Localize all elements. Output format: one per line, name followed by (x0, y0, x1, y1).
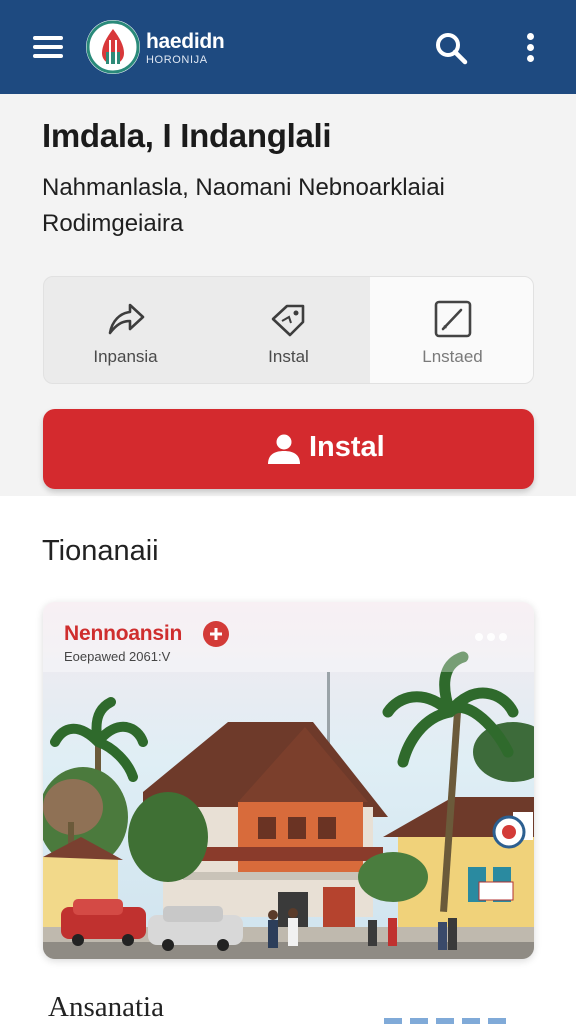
hamburger-menu-icon[interactable] (30, 31, 68, 63)
next-section-title: Ansanatia (48, 991, 164, 1023)
card-subtitle: Eoepawed 2061:V (64, 649, 171, 664)
featured-card[interactable]: Nennoansin Eoepawed 2061:V (43, 602, 534, 959)
brand-subtitle: HORONIJA (146, 54, 208, 66)
app-bar: haedidn HORONIJA (0, 0, 576, 94)
edit-box-icon (434, 300, 471, 338)
tab-label: Instal (268, 347, 309, 366)
card-title: Nennoansin (64, 622, 183, 645)
user-icon (268, 434, 300, 464)
page-subtitle: Nahmanlasla, Naomani Nebnoarklaiai Rodim… (42, 174, 445, 237)
app-logo[interactable] (86, 20, 140, 74)
more-horizontal-icon[interactable] (473, 630, 509, 644)
tab-label: Lnstaed (422, 347, 483, 366)
more-vertical-icon[interactable] (516, 27, 546, 67)
tag-icon (271, 304, 304, 337)
page-title: Imdala, I Indanglali (42, 117, 332, 154)
tab-label: Inpansia (93, 347, 158, 366)
share-arrow-icon (108, 303, 144, 335)
next-section-peek (384, 1018, 514, 1024)
plus-badge-icon (203, 621, 229, 647)
action-tabs: Inpansia Instal Lnstaed (43, 276, 534, 384)
install-button-label: Instal (309, 431, 385, 463)
section-title: Tionanaii (42, 535, 159, 567)
tab-lnstaed[interactable]: Lnstaed (370, 277, 533, 383)
tab-instal[interactable]: Instal (207, 277, 370, 383)
install-button[interactable]: Instal (43, 409, 534, 489)
search-icon[interactable] (432, 29, 470, 67)
tab-inpansia[interactable]: Inpansia (44, 277, 207, 383)
brand-name: haedidn (146, 30, 225, 53)
